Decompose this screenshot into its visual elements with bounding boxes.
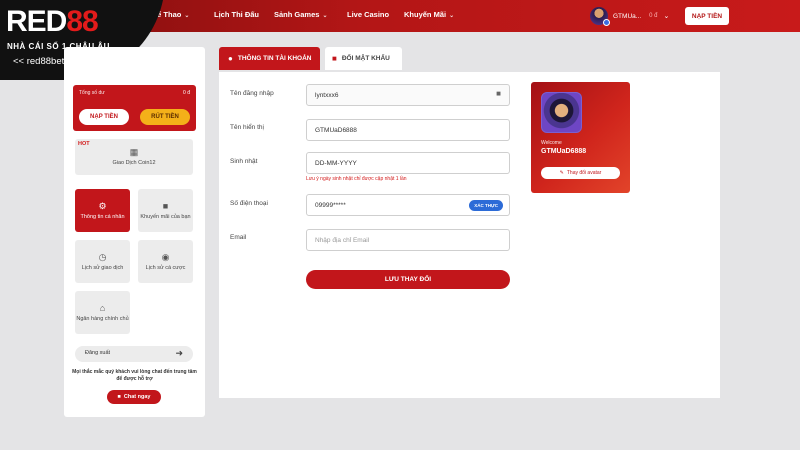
- logo[interactable]: RED88: [6, 5, 99, 39]
- tab-account-info[interactable]: ● THÔNG TIN TÀI KHOẢN: [219, 47, 320, 70]
- verify-button[interactable]: XÁC THỰC: [469, 200, 503, 211]
- withdraw-button[interactable]: RÚT TIỀN: [140, 109, 190, 125]
- user-circle-icon: ●: [228, 54, 233, 63]
- logout-button[interactable]: Đăng xuất ➜: [75, 346, 193, 362]
- welcome-text: Welcome: [541, 140, 562, 146]
- username-field: lyntxxx6 ■: [306, 84, 510, 106]
- tab-change-password[interactable]: ■ ĐỔI MẬT KHẨU: [325, 47, 402, 70]
- birthday-note: Lưu ý ngày sinh nhật chỉ được cập nhật 1…: [306, 176, 407, 182]
- display-name-value: GTMUaD6888: [315, 126, 357, 134]
- sidebar-item-label: Ngân hàng chính chủ: [76, 315, 129, 322]
- sidebar-item-transaction-history[interactable]: ◷ Lịch sử giao dịch: [75, 240, 130, 283]
- sidebar-item-bet-history[interactable]: ◉ Lịch sử cá cược: [138, 240, 193, 283]
- chevron-down-icon: ⌄: [322, 13, 328, 19]
- coin-transaction-label: Giao Dịch Coin12: [112, 160, 156, 166]
- phone-field[interactable]: 09999***** XÁC THỰC: [306, 194, 510, 216]
- sidebar-deposit-button[interactable]: NẠP TIỀN: [79, 109, 129, 125]
- phone-label: Số điện thoại: [230, 200, 268, 207]
- avatar: [541, 92, 582, 133]
- balance: 0 đ: [649, 13, 658, 19]
- phone-value: 09999*****: [315, 201, 346, 209]
- bet-history-icon: ◉: [161, 251, 170, 262]
- sidebar-item-bank[interactable]: ⌂ Ngân hàng chính chủ: [75, 291, 130, 334]
- lock-icon: ■: [332, 54, 337, 63]
- birthday-field[interactable]: DD-MM-YYYY: [306, 152, 510, 174]
- email-label: Email: [230, 234, 247, 241]
- username-value: lyntxxx6: [315, 91, 339, 99]
- avatar: [590, 7, 610, 26]
- sidebar-item-label: Thông tin cá nhân: [80, 213, 125, 220]
- gift-icon: ■: [162, 200, 169, 211]
- save-button[interactable]: LƯU THAY ĐỔI: [306, 270, 510, 289]
- user-menu[interactable]: GTMUa... 0 đ ⌄: [590, 6, 678, 26]
- display-name-label: Tên hiển thị: [230, 124, 264, 131]
- balance-value: 0 đ: [183, 90, 190, 96]
- email-placeholder: Nhập địa chỉ Email: [315, 236, 370, 244]
- profile-name: GTMUaD6888: [541, 148, 587, 155]
- hot-badge: HOT: [78, 141, 90, 147]
- display-name-field[interactable]: GTMUaD6888: [306, 119, 510, 141]
- logout-icon: ➜: [175, 348, 183, 358]
- tab-label: ĐỔI MẬT KHẨU: [341, 55, 390, 62]
- email-field[interactable]: Nhập địa chỉ Email: [306, 229, 510, 251]
- sidebar-item-promotions[interactable]: ■ Khuyến mãi của bạn: [138, 189, 193, 232]
- sidebar-item-profile[interactable]: ⚙ Thông tin cá nhân: [75, 189, 130, 232]
- help-text: Mọi thắc mắc quý khách vui lòng chat đến…: [72, 369, 197, 382]
- sidebar: Tổng số dư 0 đ NẠP TIỀN RÚT TIỀN HOT ▦ G…: [64, 47, 205, 417]
- nav-schedule[interactable]: Lịch Thi Đấu: [214, 10, 259, 19]
- edit-icon: ✎: [559, 170, 564, 176]
- bank-icon: ⌂: [99, 302, 106, 313]
- chevron-down-icon: ⌄: [663, 13, 670, 20]
- logout-label: Đăng xuất: [85, 350, 111, 356]
- calendar-icon: ▦: [129, 147, 139, 157]
- change-avatar-button[interactable]: ✎ Thay đổi avatar: [541, 167, 620, 179]
- wallet-card: Tổng số dư 0 đ NẠP TIỀN RÚT TIỀN: [73, 85, 196, 131]
- nav-games[interactable]: Sảnh Games ⌄: [274, 10, 327, 19]
- chat-label: Chat ngay: [123, 394, 151, 400]
- chat-icon: ■: [117, 394, 121, 400]
- chevron-down-icon: ⌄: [449, 13, 455, 19]
- sidebar-item-label: Lịch sử cá cược: [145, 264, 186, 271]
- change-avatar-label: Thay đổi avatar: [566, 170, 602, 176]
- username-label: Tên đăng nhập: [230, 90, 274, 97]
- chevron-down-icon: ⌄: [184, 13, 190, 19]
- level-badge: [603, 19, 610, 26]
- nav-live-casino[interactable]: Live Casino: [347, 10, 389, 19]
- account-info-panel: Tên đăng nhập lyntxxx6 ■ Tên hiển thị GT…: [219, 72, 720, 398]
- sidebar-item-label: Khuyến mãi của bạn: [140, 213, 191, 220]
- username: GTMUa...: [613, 12, 642, 20]
- coin-transaction-tile[interactable]: HOT ▦ Giao Dịch Coin12: [75, 139, 193, 175]
- sidebar-item-label: Lịch sử giao dịch: [81, 264, 124, 271]
- nav-promotions[interactable]: Khuyến Mãi ⌄: [404, 10, 454, 19]
- lock-icon: ■: [496, 89, 501, 98]
- deposit-button[interactable]: NẠP TIỀN: [685, 7, 729, 25]
- profile-card: Welcome GTMUaD6888 ✎ Thay đổi avatar: [531, 82, 630, 193]
- transaction-history-icon: ◷: [98, 251, 107, 262]
- user-gear-icon: ⚙: [98, 200, 107, 211]
- birthday-label: Sinh nhật: [230, 158, 258, 165]
- birthday-placeholder: DD-MM-YYYY: [315, 159, 357, 167]
- tab-label: THÔNG TIN TÀI KHOẢN: [237, 55, 312, 62]
- chat-button[interactable]: ■ Chat ngay: [107, 390, 161, 404]
- balance-label: Tổng số dư: [79, 90, 105, 96]
